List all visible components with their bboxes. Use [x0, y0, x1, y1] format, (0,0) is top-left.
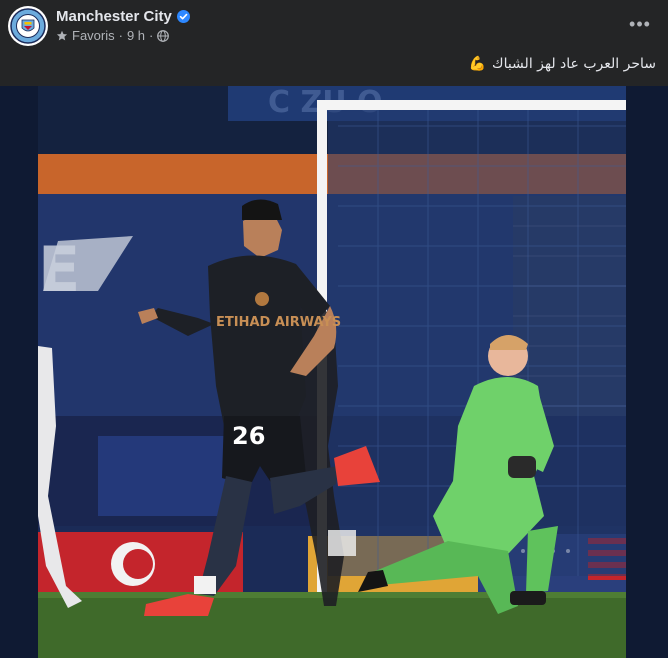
meta-separator: ·: [118, 28, 123, 43]
verified-badge-icon: [176, 10, 190, 23]
audience-label[interactable]: Favoris: [72, 28, 115, 43]
page-name[interactable]: Manchester City: [56, 8, 172, 25]
player-number: 26: [232, 422, 265, 450]
flexed-biceps-icon: 💪: [468, 56, 487, 72]
club-crest-icon: [10, 8, 46, 44]
shirt-sponsor-text: ETIHAD AIRWAYS: [216, 315, 341, 330]
more-options-button[interactable]: •••: [626, 10, 654, 38]
post-media-container: C ZU O E: [0, 86, 668, 658]
facebook-post: Manchester City Favoris · 9 h · ••• ساحر…: [0, 0, 668, 658]
post-time[interactable]: 9 h: [127, 28, 145, 43]
post-caption: ساحر العرب عاد لهز الشباك 💪: [469, 56, 656, 72]
more-options-icon: •••: [629, 13, 651, 34]
page-avatar[interactable]: [8, 6, 48, 46]
post-header: Manchester City Favoris · 9 h · •••: [0, 0, 668, 52]
post-photo[interactable]: C ZU O E: [38, 86, 626, 658]
post-meta: Favoris · 9 h ·: [56, 28, 170, 43]
page-name-link[interactable]: Manchester City: [56, 8, 190, 25]
globe-icon[interactable]: [157, 29, 170, 42]
photo-illustration: C ZU O E: [38, 86, 626, 658]
meta-separator: ·: [149, 28, 154, 43]
star-icon: [56, 30, 68, 40]
caption-text: ساحر العرب عاد لهز الشباك: [492, 56, 656, 72]
